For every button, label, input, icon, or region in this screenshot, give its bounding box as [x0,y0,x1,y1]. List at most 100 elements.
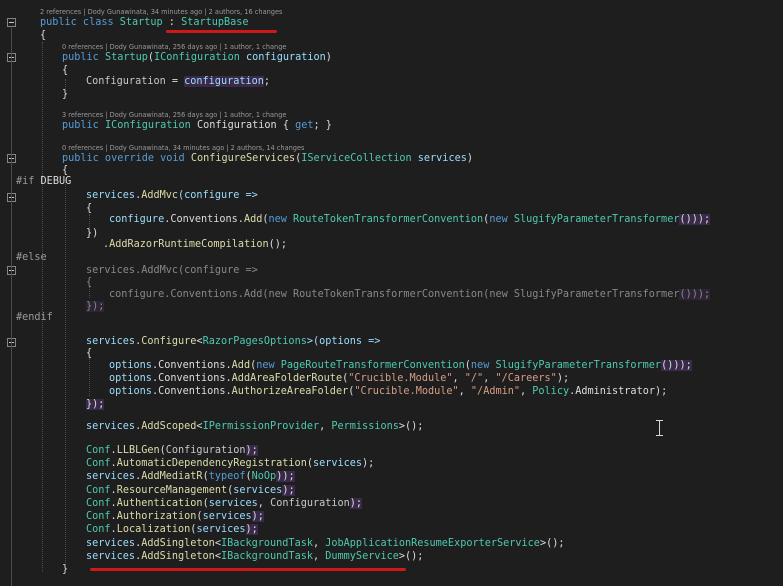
keyword: public [62,52,105,63]
code-line-inactive[interactable]: services.AddMvc(configure => [86,264,258,277]
parameter: services [86,471,136,482]
code-line[interactable]: #endif [16,311,53,324]
punctuation: { [40,30,47,41]
code-line[interactable]: public IConfiguration Configuration { ge… [62,119,332,132]
code-line[interactable]: public Startup(IConfiguration configurat… [62,51,332,64]
punctuation: )); [276,471,295,482]
type-name: DummyService [325,551,399,562]
punctuation: , [458,386,471,397]
code-line[interactable]: { [40,29,46,42]
code-line[interactable]: options.Conventions.AuthorizeAreaFolder(… [109,385,667,398]
code-line[interactable]: .AddRazorRuntimeCompilation(); [103,238,287,251]
punctuation: { [86,277,93,288]
punctuation: }); [86,301,105,312]
parameter: options [109,386,152,397]
punctuation: { [86,203,93,214]
code-line[interactable]: services.AddSingleton<IBackgroundTask, J… [86,537,564,550]
keyword: public override void [62,153,191,164]
code-line[interactable]: public override void ConfigureServices(I… [62,152,473,165]
type-name: Conf [86,498,111,509]
keyword: public class [40,17,120,28]
code-line[interactable]: Conf.ResourceManagement(services); [86,484,295,497]
type-name: SlugifyParameterTransformer [513,214,680,225]
code-line-inactive[interactable]: { [86,276,92,289]
type-name: IBackgroundTask [220,551,313,562]
lambda-arg: >(options => [306,336,381,347]
punctuation: , [312,538,326,549]
keyword: new [489,289,514,300]
method-name: Startup [104,52,148,63]
code-line[interactable]: #else [16,251,47,264]
punctuation: ); [245,524,258,535]
type-name: RouteTokenTransformerConvention [293,289,484,300]
error-squiggle [166,30,277,33]
keyword: new [268,289,294,300]
parameter: configuration [239,52,326,63]
code-line[interactable]: services.AddSingleton<IBackgroundTask, D… [86,550,423,563]
code-line[interactable]: options.Conventions.Add(new PageRouteTra… [109,359,692,372]
code-line-inactive[interactable]: }); [86,300,105,313]
code-line[interactable]: options.Conventions.AddAreaFolderRoute("… [109,372,569,385]
parameter: services [86,190,136,201]
collapse-class-icon[interactable] [7,18,16,27]
method-name: AddAreaFolderRoute [231,373,343,384]
code-line[interactable]: Conf.Localization(services); [86,523,258,536]
type-name: IConfiguration [154,52,240,63]
type-name: RouteTokenTransformerConvention [293,214,484,225]
code-line[interactable]: services.Conventions..AddMvc(configure =… [86,189,258,202]
class-name: Startup [119,17,163,28]
type-name: NoOp [251,471,277,482]
code-line[interactable]: services.Configure<RazorPagesOptions>(op… [86,335,380,348]
method-name: Localization [116,524,191,535]
method-name: AddScoped [141,421,197,432]
member-access: .Conventions. [151,373,232,384]
code-line[interactable]: } [62,563,68,576]
code-line[interactable]: { [62,64,68,77]
code-line[interactable]: Conf.AutomaticDependencyRegistration(ser… [86,457,374,470]
method-name: LLBLGen [116,445,160,456]
type-name: IPermissionProvider [202,421,320,432]
member-access: .Conventions. [164,214,244,225]
code-line[interactable]: } [62,88,68,101]
type-name: JobApplicationResumeExporterService [325,538,540,549]
method-name: ConfigureServices [190,153,296,164]
code-line-inactive[interactable]: configure.Conventions.Add(new RouteToken… [109,288,711,301]
code-line[interactable]: public class Startup : StartupBase [40,16,249,29]
code-line[interactable]: }); [86,398,105,411]
code-line[interactable]: Configuration = configuration; [86,75,270,88]
punctuation: ); [556,373,570,384]
code-line[interactable]: { [86,347,92,360]
type-name: Permissions [331,421,399,432]
error-squiggle [90,568,406,571]
code-line[interactable]: { [86,202,92,215]
parameter: configure [109,289,165,300]
method-name: Configure [141,336,197,347]
punctuation: (); [268,239,288,250]
indent-guide [89,358,90,396]
method-name: Add [231,360,251,371]
type-name: Conf [86,485,111,496]
punctuation: >(); [539,538,565,549]
code-line[interactable]: }) [86,227,98,240]
code-line[interactable]: Conf.Authorization(services); [86,510,264,523]
code-line[interactable]: Conf.Authentication(services, Configurat… [86,497,363,510]
type-name: PageRouteTransformerConvention [280,360,465,371]
code-line[interactable]: Conf.LLBLGen(Configuration); [86,444,258,457]
code-editor[interactable]: 2 references | Dody Gunawinata, 34 minut… [0,0,783,586]
code-line[interactable]: configure.Conventions.Add(new RouteToken… [109,213,711,226]
preprocessor: #else [16,252,47,263]
code-line[interactable]: services.AddMediatR(typeof(NoOp)); [86,470,295,483]
code-line[interactable]: #if DEBUG [16,175,71,188]
code-line[interactable]: services.AddScoped<IPermissionProvider, … [86,420,423,433]
keyword: public [62,120,105,131]
parameter: services [86,265,136,276]
punctuation: ) [466,153,473,164]
keyword: get [295,120,314,131]
parameter: services [196,524,246,535]
type-name: Conf [86,524,111,535]
punctuation: ())); [661,360,692,371]
method-name: AutomaticDependencyRegistration [116,458,307,469]
lambda-arg: (configure => [178,265,258,276]
punctuation: ); [362,458,375,469]
parameter: services [233,485,283,496]
